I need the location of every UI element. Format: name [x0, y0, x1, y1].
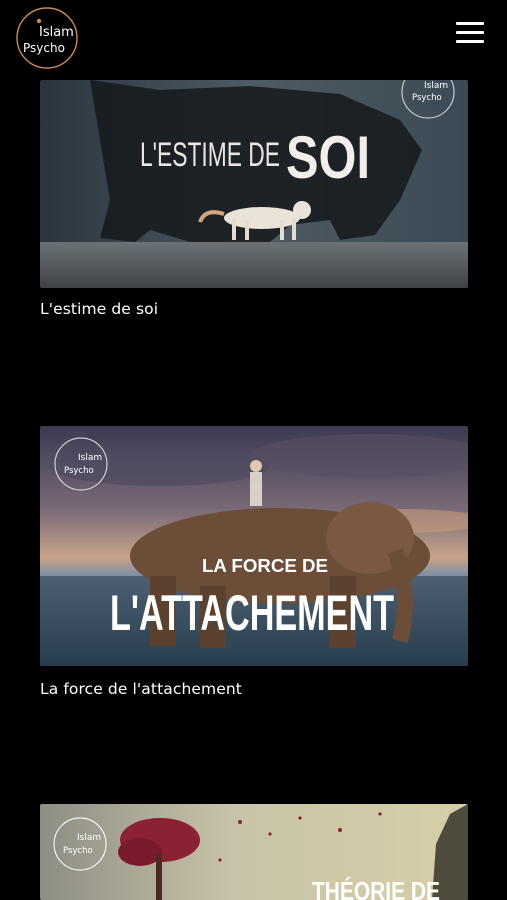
mini-logo-text-top: Islam [424, 81, 448, 91]
thumbnail-text-big: THÉORIE DE [312, 876, 440, 900]
thumbnail-text-small: L'ESTIME DE [140, 136, 280, 174]
thumbnail-text-big: SOI [286, 124, 370, 191]
islam-psycho-logo[interactable]: Islam Psycho [15, 6, 79, 70]
mini-logo-text-top: Islam [78, 453, 102, 463]
video-title[interactable]: La force de l'attachement [40, 680, 242, 698]
logo-text-top: Islam [39, 25, 74, 40]
hamburger-menu-icon[interactable] [452, 18, 488, 48]
logo-text-bottom: Psycho [23, 41, 65, 55]
thumbnail-text-big: L'ATTACHEMENT [110, 585, 394, 641]
video-thumbnail-estime-de-soi[interactable]: L'ESTIME DE SOI Islam Psycho [40, 80, 468, 288]
mini-logo-text-bottom: Psycho [412, 93, 442, 103]
video-title[interactable]: L'estime de soi [40, 300, 158, 318]
mini-logo-text-top: Islam [77, 833, 101, 843]
header: Islam Psycho [0, 0, 507, 72]
video-thumbnail-force-attachement[interactable]: LA FORCE DE L'ATTACHEMENT Islam Psycho [40, 426, 468, 666]
thumbnail-text-small: LA FORCE DE [202, 556, 328, 576]
mini-logo-text-bottom: Psycho [63, 846, 93, 856]
mini-logo-text-bottom: Psycho [64, 466, 94, 476]
video-thumbnail-theorie[interactable]: THÉORIE DE Islam Psycho [40, 804, 468, 900]
